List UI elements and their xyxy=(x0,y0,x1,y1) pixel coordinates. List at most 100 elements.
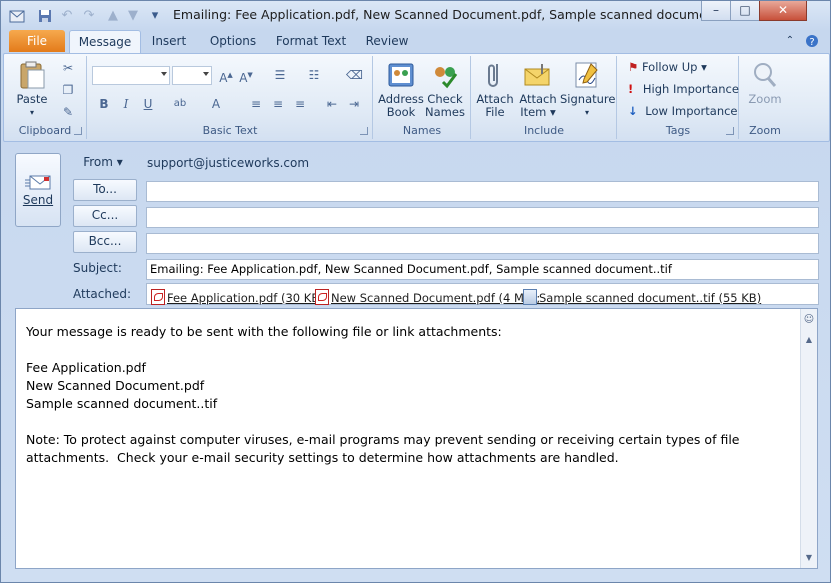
paperclip-icon xyxy=(479,60,511,90)
clipboard-group: Paste ▾ ✂ ❐ ✎ Clipboard xyxy=(4,56,87,139)
attachment-item[interactable]: Sample scanned document..tif (55 KB) xyxy=(523,289,761,305)
basic-text-group: A▲ A▼ ☰ ☷ ⌫ B I U ab A ≡ ≡ ≡ ⇤ ⇥ Basic T… xyxy=(88,56,373,139)
bold-icon[interactable]: B xyxy=(96,96,112,112)
tab-message[interactable]: Message xyxy=(69,30,141,53)
align-center-icon[interactable]: ≡ xyxy=(270,96,286,112)
attach-file-button[interactable]: Attach File xyxy=(474,60,516,119)
signature-label-line2: ▾ xyxy=(584,108,589,117)
address-book-button[interactable]: Address Book xyxy=(378,60,424,119)
attach-item-button[interactable]: Attach Item ▾ xyxy=(518,60,558,119)
undo-icon[interactable]: ↶ xyxy=(59,8,75,24)
increase-indent-icon[interactable]: ⇥ xyxy=(346,96,362,112)
italic-icon[interactable]: I xyxy=(118,96,134,112)
svg-text:?: ? xyxy=(809,37,814,48)
bullets-icon[interactable]: ☰ xyxy=(272,67,288,83)
copy-icon[interactable]: ❐ xyxy=(60,82,76,98)
clipboard-launcher-icon[interactable] xyxy=(74,127,82,135)
align-left-icon[interactable]: ≡ xyxy=(248,96,264,112)
send-icon xyxy=(16,174,60,193)
signature-button[interactable]: Signature ▾ xyxy=(560,60,615,119)
to-field[interactable] xyxy=(146,181,819,202)
underline-icon[interactable]: U xyxy=(140,96,156,112)
signature-icon xyxy=(571,60,603,90)
subject-field[interactable]: Emailing: Fee Application.pdf, New Scann… xyxy=(146,259,819,280)
attachment-item[interactable]: New Scanned Document.pdf (4 MB); xyxy=(315,289,540,305)
names-group-label: Names xyxy=(402,124,442,137)
attachment-item[interactable]: Fee Application.pdf (30 KB); xyxy=(151,289,328,305)
shrink-font-icon[interactable]: A▼ xyxy=(238,67,254,85)
follow-up-label: Follow Up ▾ xyxy=(641,60,707,74)
attachment-name: New Scanned Document.pdf (4 MB) xyxy=(331,291,537,305)
basic-text-launcher-icon[interactable] xyxy=(360,127,368,135)
align-right-icon[interactable]: ≡ xyxy=(292,96,308,112)
redo-icon[interactable]: ↷ xyxy=(81,8,97,24)
vertical-scrollbar[interactable]: ☺ ▲ ▼ xyxy=(800,309,817,568)
paste-icon xyxy=(16,60,48,90)
help-icon[interactable]: ? xyxy=(803,30,821,52)
cc-button[interactable]: Cc... xyxy=(73,205,137,227)
check-names-button[interactable]: Check Names xyxy=(424,60,466,119)
font-size-combo[interactable] xyxy=(172,66,212,85)
tab-file[interactable]: File xyxy=(9,30,65,52)
minimize-ribbon-icon[interactable]: ⌃ xyxy=(783,30,797,52)
bcc-button[interactable]: Bcc... xyxy=(73,231,137,253)
attach-file-label-line2: File xyxy=(485,105,505,119)
font-name-combo[interactable] xyxy=(92,66,170,85)
minimize-button[interactable]: – xyxy=(701,1,731,21)
scroll-up-icon[interactable]: ▲ xyxy=(802,333,816,347)
ribbon: Paste ▾ ✂ ❐ ✎ Clipboard A▲ A▼ ☰ ☷ ⌫ B I … xyxy=(3,53,830,142)
zoom-group: Zoom Zoom xyxy=(740,56,790,139)
paste-label: Paste xyxy=(16,92,48,106)
high-importance-button[interactable]: ! High Importance xyxy=(628,82,739,96)
attached-label: Attached: xyxy=(73,287,132,301)
follow-up-button[interactable]: ⚑ Follow Up ▾ xyxy=(628,60,707,74)
customize-qat-icon[interactable]: ▾ xyxy=(147,8,163,24)
low-importance-button[interactable]: ↓ Low Importance xyxy=(628,104,738,118)
zoom-button-label: Zoom xyxy=(748,92,782,106)
image-file-icon xyxy=(523,289,537,305)
cc-field[interactable] xyxy=(146,207,819,228)
clear-formatting-icon[interactable]: ⌫ xyxy=(346,67,363,83)
tab-review[interactable]: Review xyxy=(361,30,413,52)
from-button[interactable]: From ▾ xyxy=(73,153,133,173)
scroll-down-icon[interactable]: ▼ xyxy=(802,551,816,565)
close-button[interactable]: ✕ xyxy=(759,1,807,21)
paste-dropdown-icon: ▾ xyxy=(29,108,34,117)
high-importance-label: High Importance xyxy=(642,82,739,96)
grow-font-icon[interactable]: A▲ xyxy=(218,67,234,85)
send-button[interactable]: Send xyxy=(15,153,61,227)
message-body-text[interactable]: Your message is ready to be sent with th… xyxy=(26,323,796,467)
save-icon[interactable] xyxy=(37,8,53,24)
tab-format-text[interactable]: Format Text xyxy=(275,30,347,52)
names-group: Address Book Check Names Names xyxy=(374,56,471,139)
message-body[interactable]: Your message is ready to be sent with th… xyxy=(15,308,818,569)
decrease-indent-icon[interactable]: ⇤ xyxy=(324,96,340,112)
subject-value: Emailing: Fee Application.pdf, New Scann… xyxy=(150,262,672,276)
format-painter-icon[interactable]: ✎ xyxy=(60,104,76,120)
include-group: Attach File Attach Item ▾ Signature ▾ In… xyxy=(472,56,617,139)
send-label: Send xyxy=(22,193,54,207)
to-button[interactable]: To... xyxy=(73,179,137,201)
attachment-name: Fee Application.pdf (30 KB) xyxy=(167,291,324,305)
bcc-field[interactable] xyxy=(146,233,819,254)
smart-tag-icon[interactable]: ☺ xyxy=(802,313,816,327)
tags-group: ⚑ Follow Up ▾ ! High Importance ↓ Low Im… xyxy=(618,56,739,139)
zoom-button[interactable]: Zoom xyxy=(744,60,786,106)
address-book-label-line2: Book xyxy=(386,105,416,119)
restore-button[interactable]: □ xyxy=(730,1,760,21)
paste-button[interactable]: Paste ▾ xyxy=(10,60,54,119)
tags-launcher-icon[interactable] xyxy=(726,127,734,135)
cut-icon[interactable]: ✂ xyxy=(60,60,76,76)
ribbon-tabs: File Message Insert Options Format Text … xyxy=(1,29,830,53)
font-color-icon[interactable]: A xyxy=(208,96,224,112)
highlight-icon[interactable]: ab xyxy=(172,96,188,112)
outlook-icon[interactable] xyxy=(9,8,25,24)
attachment-name: Sample scanned document..tif (55 KB) xyxy=(539,291,762,305)
tags-group-label: Tags xyxy=(665,124,691,137)
previous-item-icon[interactable]: ▲ xyxy=(105,8,121,24)
tab-options[interactable]: Options xyxy=(205,30,261,52)
subject-label: Subject: xyxy=(73,261,122,275)
next-item-icon[interactable]: ▼ xyxy=(125,8,141,24)
tab-insert[interactable]: Insert xyxy=(147,30,191,52)
numbering-icon[interactable]: ☷ xyxy=(306,67,322,83)
